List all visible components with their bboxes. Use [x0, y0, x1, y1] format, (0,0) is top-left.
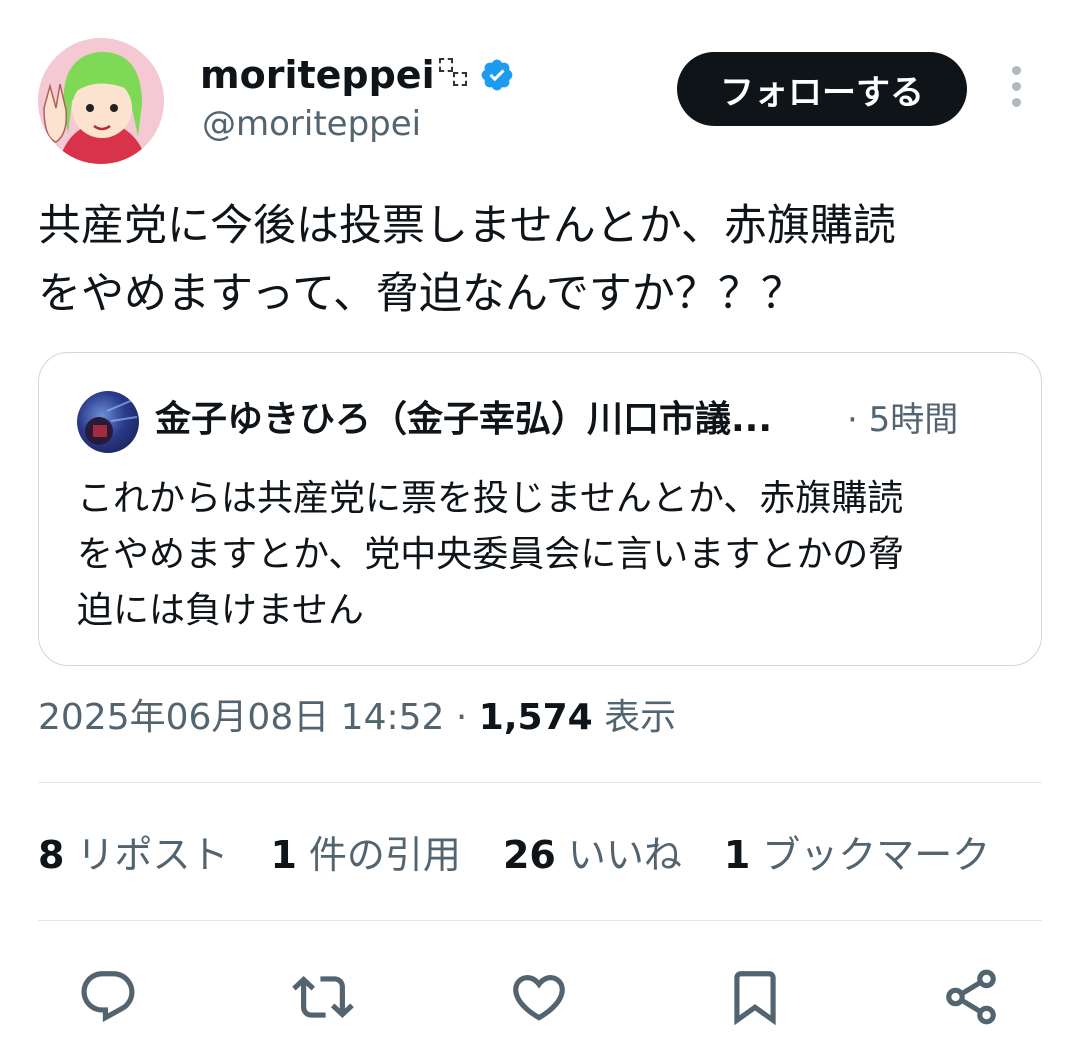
- stat-bookmarks[interactable]: 1 ブックマーク: [724, 830, 990, 880]
- stat-label: ブックマーク: [762, 833, 991, 877]
- bookmark-icon: [734, 971, 776, 1026]
- views-count: 1,574: [478, 697, 593, 738]
- stat-count: 8: [38, 833, 65, 877]
- repost-button[interactable]: [288, 962, 358, 1032]
- placeholder-glyph-icon: [438, 58, 471, 92]
- repost-icon: [292, 976, 354, 1018]
- tweet-timestamp[interactable]: 2025年06月08日 14:52: [38, 697, 444, 738]
- stat-label: 件の引用: [308, 833, 461, 877]
- tweet-text-line: をやめますって、脅迫なんですか？？？: [38, 269, 804, 319]
- quoted-text-line: これからは共産党に票を投じませんとか、赤旗購読: [77, 478, 904, 519]
- reply-button[interactable]: [73, 962, 143, 1032]
- views-label: 表示: [604, 697, 677, 738]
- quoted-tweet-card[interactable]: 金子ゆきひろ（金子幸弘）川口市議... · 5時間 これからは共産党に票を投じま…: [38, 352, 1042, 666]
- reply-icon: [81, 971, 135, 1023]
- tweet-text: 共産党に今後は投票しませんとか、赤旗購読 をやめますって、脅迫なんですか？？？: [38, 192, 1038, 328]
- follow-button[interactable]: フォローする: [677, 52, 967, 126]
- stat-count: 1: [723, 833, 751, 877]
- stat-quotes[interactable]: 1 件の引用: [270, 830, 460, 880]
- more-options-icon[interactable]: [1003, 66, 1029, 114]
- author-avatar[interactable]: [38, 38, 164, 164]
- verified-badge-icon: [481, 59, 512, 91]
- quoted-text-line: 迫には負けません: [77, 590, 364, 631]
- quoted-author-name[interactable]: 金子ゆきひろ（金子幸弘）川口市議...: [155, 397, 835, 443]
- divider: [38, 920, 1042, 921]
- quoted-avatar-image: [85, 398, 138, 445]
- quoted-tweet-text: これからは共産党に票を投じませんとか、赤旗購読 をやめますとか、党中央委員会に言…: [77, 471, 1007, 639]
- tweet-meta: 2025年06月08日 14:52 · 1,574 表示: [38, 694, 676, 742]
- stat-count: 1: [270, 833, 297, 877]
- quoted-author-avatar: [77, 391, 139, 453]
- bookmark-button[interactable]: [720, 962, 790, 1032]
- stat-label: リポスト: [76, 833, 229, 877]
- share-button[interactable]: [936, 962, 1006, 1032]
- tweet-text-line: 共産党に今後は投票しませんとか、赤旗購読: [38, 201, 896, 251]
- meta-separator: ·: [455, 697, 468, 738]
- engagement-stats: 8 リポスト 1 件の引用 26 いいね 1 ブックマーク: [38, 830, 1032, 880]
- like-button[interactable]: [504, 962, 574, 1032]
- stat-count: 26: [502, 833, 556, 877]
- author-display-name[interactable]: moriteppei: [200, 52, 435, 98]
- stat-likes[interactable]: 26 いいね: [503, 830, 682, 880]
- quoted-text-line: をやめますとか、党中央委員会に言いますとかの脅: [77, 534, 905, 575]
- divider: [38, 782, 1042, 783]
- avatar-image: [38, 38, 164, 164]
- stat-label: いいね: [567, 833, 682, 877]
- author-display-name-row[interactable]: moriteppei: [200, 52, 515, 98]
- quoted-timestamp: · 5時間: [847, 400, 959, 440]
- stat-reposts[interactable]: 8 リポスト: [38, 830, 228, 880]
- like-icon: [513, 975, 565, 1021]
- author-handle[interactable]: @moriteppei: [202, 102, 421, 146]
- share-icon: [946, 969, 996, 1025]
